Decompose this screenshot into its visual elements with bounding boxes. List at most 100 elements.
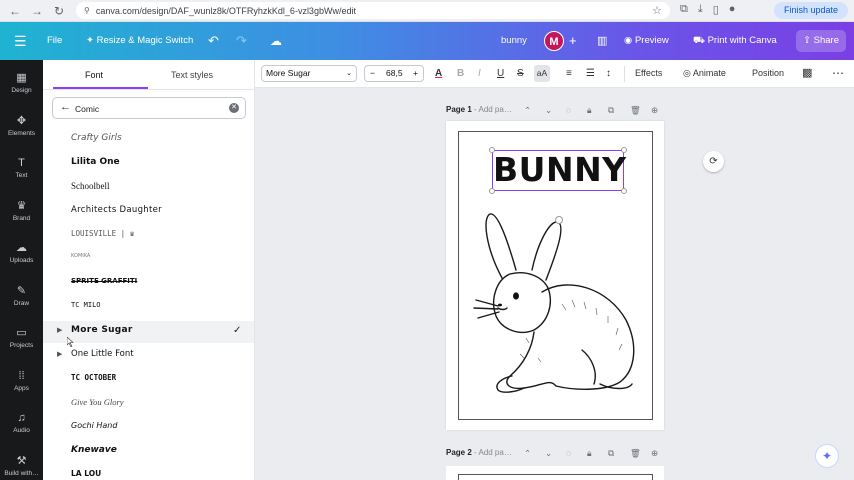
resize-handle-tl[interactable]	[489, 147, 495, 153]
insights-chart-icon[interactable]: ▥	[597, 22, 607, 60]
font-search-input[interactable]	[75, 102, 215, 115]
print-with-canva-button[interactable]: ⛟ Print with Canva	[693, 22, 777, 60]
tab-text-styles[interactable]: Text styles	[171, 70, 213, 80]
rail-item-apps[interactable]: ⁞⁞ Apps	[0, 370, 43, 392]
page2-lock-icon[interactable]: 🔒︎	[587, 448, 592, 459]
font-option[interactable]: KOMIKA	[43, 249, 254, 271]
font-option[interactable]: Knewave	[43, 441, 254, 463]
list-icon[interactable]: ☰	[586, 66, 595, 81]
rail-item-projects[interactable]: ▭ Projects	[0, 327, 43, 349]
font-option[interactable]: Gochi Hand	[43, 417, 254, 439]
font-option[interactable]: LA LOU	[43, 465, 254, 480]
align-center-icon[interactable]: ≡	[566, 66, 572, 81]
resize-handle-br[interactable]	[621, 188, 627, 194]
address-bar[interactable]: ⚲ canva.com/design/DAF_wunlz8k/OTFRyhzkK…	[76, 2, 670, 19]
font-option[interactable]: Architects Daughter	[43, 201, 254, 223]
rail-item-build-with[interactable]: ⚒ Build with…	[0, 455, 43, 477]
resize-handle-bl[interactable]	[489, 188, 495, 194]
clear-search-icon[interactable]: ✕	[229, 103, 239, 113]
file-menu-button[interactable]: File	[47, 22, 62, 60]
page2-duplicate-icon[interactable]: ⧉	[608, 448, 614, 459]
more-options-icon[interactable]: ⋯	[832, 66, 844, 81]
rail-item-uploads[interactable]: ☁ Uploads	[0, 242, 43, 264]
page2-add-icon[interactable]: ⊕	[651, 448, 658, 459]
avatar[interactable]: M	[544, 31, 564, 51]
delete-page-icon[interactable]: 🗑︎	[630, 105, 641, 116]
heading-text[interactable]: BUNNY	[493, 151, 626, 189]
hide-page-icon[interactable]: ◌	[566, 105, 571, 115]
page2-up-icon[interactable]: ⌃	[524, 448, 531, 459]
menu-icon[interactable]: ☰	[14, 22, 27, 60]
font-option[interactable]: Lilita One	[43, 153, 254, 175]
resize-magic-switch-button[interactable]: ✦ Resize & Magic Switch	[86, 22, 193, 60]
font-option[interactable]: Give You Glory	[43, 393, 254, 415]
reload-icon[interactable]: ↻	[52, 4, 66, 18]
invite-plus-icon[interactable]: +	[569, 22, 577, 60]
strikethrough-button[interactable]: S	[517, 66, 524, 81]
tab-font[interactable]: Font	[85, 70, 103, 80]
finish-update-button[interactable]: Finish update	[773, 2, 848, 19]
page-up-icon[interactable]: ⌃	[524, 105, 531, 116]
lock-page-icon[interactable]: 🔒︎	[587, 105, 592, 116]
font-option[interactable]: TC OCTOBER	[43, 369, 254, 391]
resize-handle-tr[interactable]	[621, 147, 627, 153]
bookmark-star-icon[interactable]: ☆	[652, 4, 662, 17]
extensions-icon[interactable]: ⧉	[680, 3, 688, 16]
back-arrow-icon[interactable]: ←	[60, 101, 71, 113]
redo-icon[interactable]: ↷	[236, 22, 247, 60]
page-2-add-title[interactable]: - Add pa…	[474, 448, 512, 457]
rail-item-brand[interactable]: ♛ Brand	[0, 200, 43, 222]
sidepanel-icon[interactable]: ▯	[713, 3, 719, 16]
position-button[interactable]: Position	[752, 66, 784, 81]
page2-hide-icon[interactable]: ◌	[566, 448, 571, 458]
underline-button[interactable]: U	[497, 66, 504, 81]
font-option[interactable]: LOUISVILLE | ♛	[43, 225, 254, 247]
page2-down-icon[interactable]: ⌄	[545, 448, 552, 459]
animate-button[interactable]: ◎ Animate	[683, 66, 726, 81]
text-color-button[interactable]: A	[435, 66, 442, 81]
spacing-icon[interactable]: ↕	[606, 66, 611, 81]
page-1-add-title[interactable]: - Add pa…	[474, 105, 512, 114]
font-family-select[interactable]: More Sugar ⌄	[261, 65, 357, 82]
magic-assistant-icon[interactable]: ✦	[815, 444, 839, 468]
undo-icon[interactable]: ↶	[208, 22, 219, 60]
page2-delete-icon[interactable]: 🗑︎	[630, 448, 641, 459]
font-size-value[interactable]: 68,5	[386, 66, 403, 81]
bunny-illustration[interactable]	[472, 208, 642, 398]
rail-item-design[interactable]: ▦ Design	[0, 72, 43, 94]
decrease-size-button[interactable]: −	[370, 66, 375, 81]
site-info-icon[interactable]: ⚲	[84, 6, 90, 15]
bold-button[interactable]: B	[457, 66, 464, 81]
effects-button[interactable]: Effects	[635, 66, 662, 81]
forward-icon[interactable]: →	[30, 4, 44, 18]
rail-item-elements[interactable]: ✥ Elements	[0, 115, 43, 137]
profile-icon[interactable]: ●	[729, 3, 736, 16]
page-down-icon[interactable]: ⌄	[545, 105, 552, 116]
heading-text-box[interactable]: BUNNY	[492, 150, 626, 191]
italic-button[interactable]: I	[478, 66, 481, 81]
chevron-right-icon[interactable]: ▶	[57, 326, 62, 334]
download-icon[interactable]: ⤓	[698, 3, 703, 16]
letter-case-button[interactable]: aA	[534, 65, 550, 82]
share-button[interactable]: ⇪ Share	[796, 30, 846, 52]
transparency-icon[interactable]: ▩	[802, 66, 812, 81]
font-option[interactable]: ▶ One Little Font	[43, 345, 254, 367]
increase-size-button[interactable]: +	[413, 66, 418, 81]
cloud-saved-icon[interactable]: ☁	[270, 22, 282, 60]
font-option[interactable]: Crafty Girls	[43, 129, 254, 151]
font-option[interactable]: Schoolbell	[43, 177, 254, 199]
back-icon[interactable]: ←	[8, 4, 22, 18]
font-option[interactable]: SPRITE GRAFFITI	[43, 273, 254, 295]
rail-item-text[interactable]: T Text	[0, 157, 43, 179]
font-option[interactable]: TC MILO	[43, 297, 254, 319]
document-title[interactable]: bunny	[501, 22, 527, 60]
preview-button[interactable]: ◉ Preview	[624, 22, 669, 60]
rail-item-audio[interactable]: ♫ Audio	[0, 412, 43, 434]
add-page-icon[interactable]: ⊕	[651, 105, 658, 116]
rail-item-draw[interactable]: ✎ Draw	[0, 285, 43, 307]
duplicate-page-icon[interactable]: ⧉	[608, 105, 614, 116]
chevron-right-icon[interactable]: ▶	[57, 350, 62, 358]
rotate-handle[interactable]	[555, 216, 563, 224]
refresh-icon[interactable]: ⟳	[703, 151, 724, 172]
page-2-canvas[interactable]	[446, 466, 664, 480]
